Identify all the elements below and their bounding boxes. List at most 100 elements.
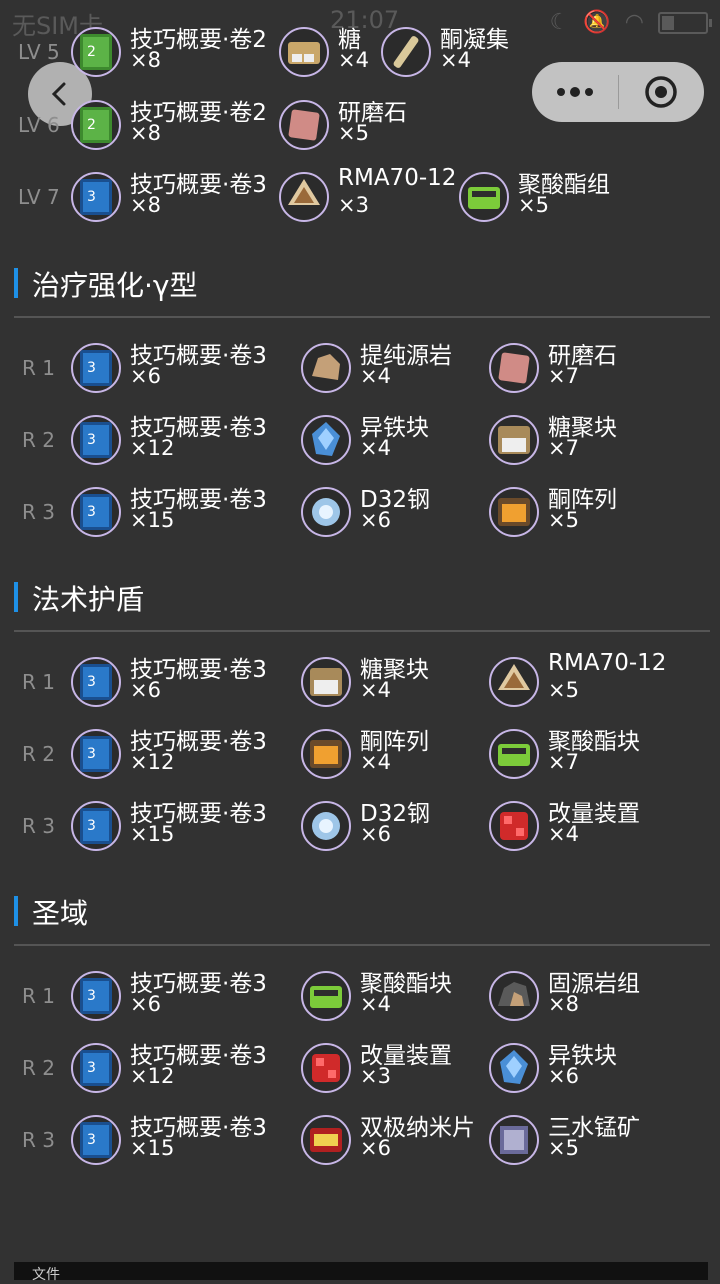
oriron-vial-icon [380, 26, 432, 78]
material-item[interactable]: 3 技巧概要·卷3 ×15 [70, 484, 290, 540]
level-label: LV 7 [18, 185, 60, 209]
material-item[interactable]: 3 技巧概要·卷3 ×12 [70, 1040, 290, 1096]
section-accent-bar [14, 896, 18, 926]
ketone-array-icon [300, 728, 352, 780]
ketone-array-icon [488, 486, 540, 538]
material-count: ×5 [548, 508, 579, 532]
material-item[interactable]: RMA70-12 ×5 [488, 650, 708, 710]
svg-text:3: 3 [87, 1132, 96, 1148]
material-count: ×6 [360, 508, 391, 532]
material-item[interactable]: 聚酸酯组 ×5 [458, 169, 678, 225]
svg-text:3: 3 [87, 746, 96, 762]
upgrade-row: R 3 3 技巧概要·卷3 ×15 双极纳米片 ×6 三水锰矿 ×5 [0, 1104, 720, 1176]
upgrade-row: R 2 3 技巧概要·卷3 ×12 异铁块 ×4 糖聚块 ×7 [0, 404, 720, 476]
upgrade-row: LV 6 2 技巧概要·卷2 ×8 研磨石 ×5 [0, 89, 720, 161]
material-item[interactable]: D32钢 ×6 [300, 484, 520, 540]
material-item[interactable]: 酮凝集 ×4 [380, 24, 600, 80]
skill-book-blue-icon: 3 [70, 1042, 122, 1094]
rank-label: R 2 [22, 742, 55, 766]
material-item[interactable]: 改量装置 ×4 [488, 798, 708, 854]
rank-label: R 1 [22, 984, 55, 1008]
material-item[interactable]: 3 技巧概要·卷3 ×15 [70, 1112, 290, 1168]
upgrade-row: R 2 3 技巧概要·卷3 ×12 酮阵列 ×4 聚酸酯块 ×7 [0, 718, 720, 790]
upgrade-row: R 3 3 技巧概要·卷3 ×15 D32钢 ×6 改量装置 ×4 [0, 790, 720, 862]
skill-book-blue-icon: 3 [70, 970, 122, 1022]
material-item[interactable]: 异铁块 ×6 [488, 1040, 708, 1096]
section-title: 法术护盾 [32, 583, 145, 616]
skill-book-blue-icon: 3 [70, 171, 122, 223]
material-count: ×8 [548, 992, 579, 1016]
rma-icon [278, 171, 330, 223]
rank-label: R 3 [22, 500, 55, 524]
material-item[interactable]: 研磨石 ×5 [278, 97, 498, 153]
svg-text:3: 3 [87, 988, 96, 1004]
section-divider [14, 944, 710, 946]
material-item[interactable]: 2 技巧概要·卷2 ×8 [70, 97, 290, 153]
section-title: 圣域 [32, 897, 89, 930]
material-count: ×4 [360, 436, 391, 460]
material-name: RMA70-12 [338, 165, 457, 191]
material-count: ×7 [548, 750, 579, 774]
material-count: ×4 [360, 992, 391, 1016]
material-item[interactable]: 双极纳米片 ×6 [300, 1112, 520, 1168]
upgrade-row: R 1 3 技巧概要·卷3 ×6 聚酸酯块 ×4 固源岩组 ×8 [0, 960, 720, 1032]
material-item[interactable]: 3 技巧概要·卷3 ×6 [70, 654, 290, 710]
material-count: ×4 [548, 822, 579, 846]
skill-book-green-icon: 2 [70, 26, 122, 78]
manganese-icon [488, 1114, 540, 1166]
material-item[interactable]: 糖聚块 ×4 [300, 654, 520, 710]
material-item[interactable]: 2 技巧概要·卷2 ×8 [70, 24, 290, 80]
material-item[interactable]: 三水锰矿 ×5 [488, 1112, 708, 1168]
material-count: ×4 [440, 48, 471, 72]
material-item[interactable]: 异铁块 ×4 [300, 412, 520, 468]
material-name: RMA70-12 [548, 650, 667, 676]
material-item[interactable]: 3 技巧概要·卷3 ×15 [70, 798, 290, 854]
material-item[interactable]: 聚酸酯块 ×7 [488, 726, 708, 782]
material-item[interactable]: 改量装置 ×3 [300, 1040, 520, 1096]
upgrade-row: R 1 3 技巧概要·卷3 ×6 糖聚块 ×4 RMA70-12 ×5 [0, 646, 720, 718]
material-item[interactable]: 酮阵列 ×4 [300, 726, 520, 782]
material-item[interactable]: 3 技巧概要·卷3 ×6 [70, 340, 290, 396]
device-red-icon [488, 800, 540, 852]
upgrade-row: R 1 3 技巧概要·卷3 ×6 提纯源岩 ×4 研磨石 ×7 [0, 332, 720, 404]
material-count: ×7 [548, 436, 579, 460]
upgrade-row: LV 7 3 技巧概要·卷3 ×8 RMA70-12 ×3 聚酸酯组 ×5 [0, 161, 720, 233]
material-item[interactable]: 3 技巧概要·卷3 ×8 [70, 169, 290, 225]
material-count: ×6 [130, 678, 161, 702]
device-red-icon [300, 1042, 352, 1094]
material-item[interactable]: 研磨石 ×7 [488, 340, 708, 396]
material-item[interactable]: D32钢 ×6 [300, 798, 520, 854]
material-item[interactable]: 糖聚块 ×7 [488, 412, 708, 468]
device-crystal-icon [488, 1042, 540, 1094]
section-accent-bar [14, 582, 18, 612]
svg-text:3: 3 [87, 189, 96, 205]
material-item[interactable]: 聚酸酯块 ×4 [300, 968, 520, 1024]
footer-text: 文件 [32, 1267, 60, 1283]
material-item[interactable]: 酮阵列 ×5 [488, 484, 708, 540]
material-count: ×12 [130, 750, 175, 774]
material-item[interactable]: 提纯源岩 ×4 [300, 340, 520, 396]
d32-icon [300, 486, 352, 538]
material-item[interactable]: 3 技巧概要·卷3 ×6 [70, 968, 290, 1024]
material-count: ×5 [338, 121, 369, 145]
material-count: ×5 [548, 678, 579, 702]
polyester-icon [300, 970, 352, 1022]
material-item[interactable]: 固源岩组 ×8 [488, 968, 708, 1024]
material-count: ×3 [360, 1064, 391, 1088]
material-count: ×6 [548, 1064, 579, 1088]
section-header: 法术护盾 [14, 580, 714, 616]
material-count: ×4 [360, 750, 391, 774]
material-item[interactable]: 3 技巧概要·卷3 ×12 [70, 726, 290, 782]
section-header: 治疗强化·γ型 [14, 266, 714, 302]
upgrade-row: LV 5 2 技巧概要·卷2 ×8 糖 ×4 酮凝集 ×4 [0, 16, 720, 88]
d32-icon [300, 800, 352, 852]
material-count: ×3 [338, 193, 369, 217]
material-item[interactable]: 3 技巧概要·卷3 ×12 [70, 412, 290, 468]
section-title: 治疗强化·γ型 [32, 269, 198, 302]
sugar-pack-icon [488, 414, 540, 466]
grindstone-icon [278, 99, 330, 151]
sugar-pack-icon [300, 656, 352, 708]
skill-book-blue-icon: 3 [70, 414, 122, 466]
material-count: ×6 [130, 364, 161, 388]
skill-book-blue-icon: 3 [70, 656, 122, 708]
